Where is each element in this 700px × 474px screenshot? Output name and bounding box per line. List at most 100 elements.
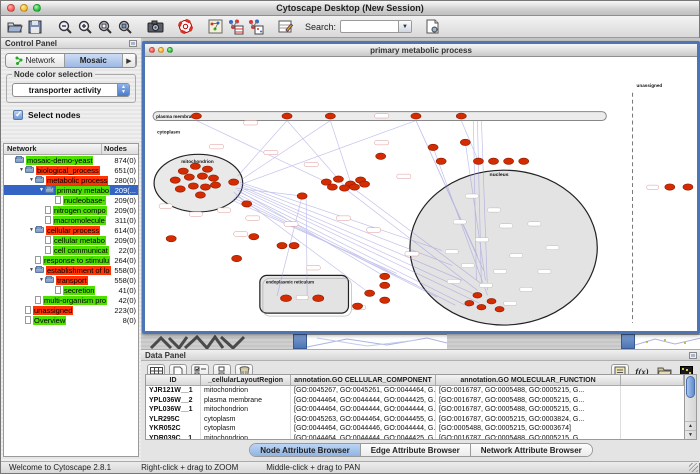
save-session-button[interactable]: [25, 18, 45, 36]
hide-attribute-browser-button[interactable]: [245, 18, 265, 36]
table-row[interactable]: YLR295Ccytoplasm[GO:0045263, GO:0044464,…: [146, 415, 684, 425]
tab-network[interactable]: Network: [6, 54, 65, 67]
tree-row[interactable]: cellular metabo209(0): [4, 235, 138, 245]
node-color-dropdown[interactable]: transporter activity ▲▼: [12, 83, 130, 97]
folder-icon: [25, 167, 34, 173]
tab-node-attribute-browser[interactable]: Node Attribute Browser: [250, 444, 361, 456]
show-attribute-browser-button[interactable]: [225, 18, 245, 36]
search-options-button[interactable]: [422, 18, 442, 36]
expander-icon[interactable]: ▼: [28, 177, 35, 183]
tree-row-node-count: 209(...: [115, 186, 138, 195]
dropdown-arrows-icon: ▲▼: [117, 84, 129, 96]
tree-row[interactable]: ▼cellular process614(0): [4, 225, 138, 235]
tree-row-label: cellular metabo: [53, 236, 106, 245]
attribute-table-header[interactable]: ID _cellularLayoutRegion annotation.GO C…: [146, 375, 684, 386]
search-input[interactable]: [341, 21, 398, 32]
table-row[interactable]: YPL036W__1mitochondrion[GO:0044464, GO:0…: [146, 405, 684, 415]
table-row[interactable]: YKR052Ccytoplasm[GO:0044464, GO:0044446,…: [146, 424, 684, 434]
view-zoom-button[interactable]: [167, 47, 173, 53]
background-window-edge[interactable]: [293, 334, 307, 349]
background-window-strip[interactable]: [307, 334, 447, 349]
table-row[interactable]: YPL036W__2plasma membrane[GO:0044464, GO…: [146, 396, 684, 406]
view-minimize-button[interactable]: [158, 47, 164, 53]
table-row[interactable]: YJR121W__1mitochondrion[GO:0045267, GO:0…: [146, 386, 684, 396]
tree-row-node-count: 223(0): [114, 306, 138, 315]
network-snapshot-button[interactable]: [145, 18, 165, 36]
tree-row[interactable]: ▼transport558(0): [4, 275, 138, 285]
background-window-edge-2[interactable]: [621, 334, 635, 349]
tree-row-node-count: 264(0): [114, 256, 138, 265]
tab-edge-attribute-browser[interactable]: Edge Attribute Browser: [361, 444, 471, 456]
tree-row[interactable]: Overview8(0): [4, 315, 138, 325]
more-tabs-button[interactable]: ▶: [123, 54, 136, 67]
expander-icon[interactable]: ▼: [28, 227, 35, 233]
search-box[interactable]: ▼: [340, 20, 412, 33]
table-scrollbar[interactable]: ▲ ▼: [684, 375, 696, 439]
tree-row[interactable]: ▼metabolic process280(0): [4, 175, 138, 185]
tree-row-node-count: 280(0): [114, 176, 138, 185]
network-tree-header[interactable]: Network Nodes: [4, 144, 138, 155]
zoom-in-button[interactable]: [75, 18, 95, 36]
tab-mosaic[interactable]: Mosaic: [65, 54, 124, 67]
table-cell: YJR121W__1: [146, 386, 201, 396]
expander-icon[interactable]: ▼: [28, 267, 35, 273]
network-overview-button[interactable]: [205, 18, 225, 36]
tree-column-nodes[interactable]: Nodes: [102, 144, 138, 154]
scrollbar-thumb[interactable]: [686, 376, 695, 398]
float-panel-icon[interactable]: [129, 40, 137, 47]
tree-row[interactable]: mosaic-demo-yeast874(0): [4, 155, 138, 165]
tree-row[interactable]: multi-organism pro42(0): [4, 295, 138, 305]
zoom-selected-button[interactable]: [115, 18, 135, 36]
window-titlebar[interactable]: Cytoscape Desktop (New Session): [1, 1, 699, 16]
nucleus-ellipse[interactable]: [410, 170, 597, 325]
scroll-down-arrow[interactable]: ▼: [685, 430, 696, 439]
column-cellular-component[interactable]: annotation.GO CELLULAR_COMPONENT: [291, 375, 436, 385]
tree-row[interactable]: secretion41(0): [4, 285, 138, 295]
search-dropdown-button[interactable]: ▼: [398, 21, 411, 32]
annotation-edit-button[interactable]: [275, 18, 295, 36]
tab-network-label: Network: [26, 56, 55, 65]
expander-icon[interactable]: ▼: [18, 167, 25, 173]
zoom-out-icon: [57, 19, 73, 35]
close-window-button[interactable]: [7, 4, 15, 12]
tree-row[interactable]: ▼biological_process651(0): [4, 165, 138, 175]
tree-row[interactable]: macromolecule311(0): [4, 215, 138, 225]
select-nodes-checkbox[interactable]: [13, 110, 23, 120]
expander-icon[interactable]: ▼: [38, 187, 45, 193]
tab-network-attribute-browser[interactable]: Network Attribute Browser: [471, 444, 592, 456]
tree-row-node-count: 311(0): [115, 216, 138, 225]
zoom-out-button[interactable]: [55, 18, 75, 36]
open-file-button[interactable]: [5, 18, 25, 36]
application-window: Cytoscape Desktop (New Session): [0, 0, 700, 474]
tree-row[interactable]: response to stimulu264(0): [4, 255, 138, 265]
tree-row[interactable]: nucleobase-209(0): [4, 195, 138, 205]
table-row[interactable]: YDR039C__1mitochondrion[GO:0044464, GO:0…: [146, 434, 684, 440]
select-nodes-row: Select nodes: [13, 110, 141, 120]
tree-row[interactable]: ▼primary metabo209(...: [4, 185, 138, 195]
tree-column-network[interactable]: Network: [4, 144, 102, 154]
zoom-window-button[interactable]: [33, 4, 41, 12]
expander-icon[interactable]: ▼: [38, 277, 45, 283]
column-region[interactable]: _cellularLayoutRegion: [201, 375, 291, 385]
column-molecular-function[interactable]: annotation.GO MOLECULAR_FUNCTION: [436, 375, 621, 385]
view-close-button[interactable]: [149, 47, 155, 53]
background-window-strip-2[interactable]: [635, 334, 700, 349]
tree-row[interactable]: cell communicat22(0): [4, 245, 138, 255]
control-panel-header: Control Panel: [1, 38, 141, 49]
minimize-window-button[interactable]: [20, 4, 28, 12]
network-view-titlebar[interactable]: primary metabolic process: [145, 44, 697, 57]
tree-row[interactable]: nitrogen compo209(0): [4, 205, 138, 215]
node-color-selection-label: Node color selection: [12, 70, 95, 79]
data-panel-float-icon[interactable]: [689, 352, 697, 359]
tree-row[interactable]: ▼establishment of lo558(0): [4, 265, 138, 275]
network-view-window[interactable]: primary metabolic process nucleus plasma…: [142, 41, 700, 334]
tree-row-label: biological_process: [36, 166, 100, 175]
network-canvas[interactable]: nucleus plasma membrane cytoplasm unassi…: [145, 57, 697, 331]
tree-row-label: nucleobase-: [63, 196, 106, 205]
scroll-up-arrow[interactable]: ▲: [685, 421, 696, 430]
resize-grip[interactable]: [689, 463, 698, 472]
help-button[interactable]: [175, 18, 195, 36]
zoom-fit-button[interactable]: [95, 18, 115, 36]
tree-row[interactable]: unassigned223(0): [4, 305, 138, 315]
column-id[interactable]: ID: [146, 375, 201, 385]
